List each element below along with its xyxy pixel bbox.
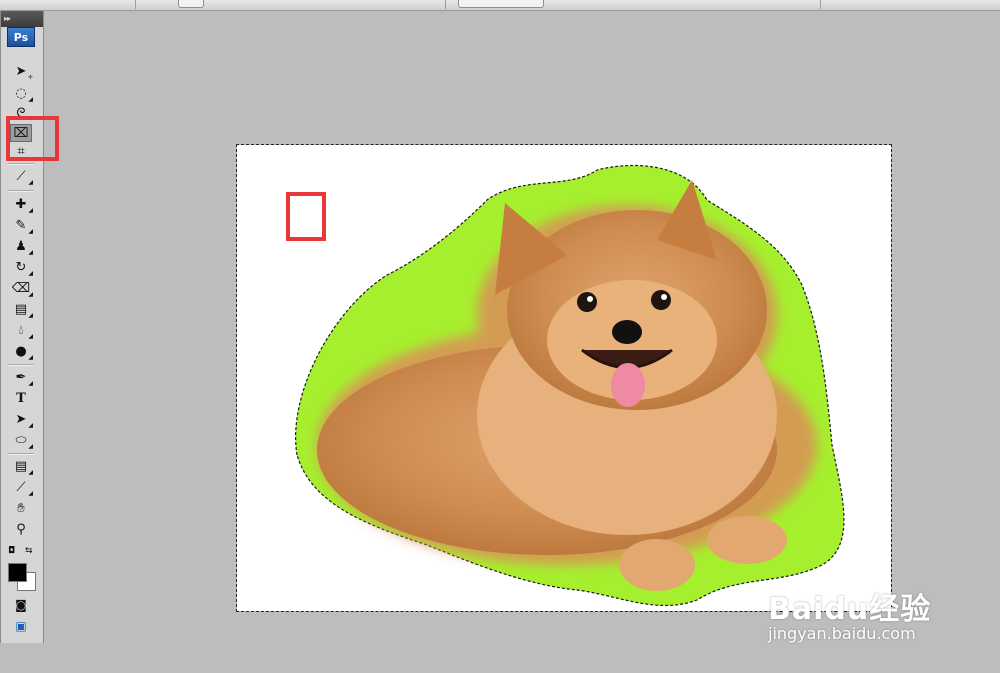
- dodge-tool-icon[interactable]: ● ◢: [10, 343, 33, 361]
- color-sampler-tool-icon[interactable]: ⟋ ◢: [10, 479, 33, 497]
- default-colors-icon[interactable]: ◘: [8, 546, 15, 556]
- dog-paw-right: [707, 516, 787, 564]
- clone-stamp-tool-icon[interactable]: ♟ ◢: [10, 238, 33, 256]
- eyedropper-tool-icon[interactable]: ⟋ ◢: [10, 168, 33, 186]
- panel-collapse-icon[interactable]: ▸▸: [1, 11, 43, 27]
- ps-logo[interactable]: Ps: [7, 27, 35, 47]
- dog-eye-right: [651, 290, 671, 310]
- options-separator: [135, 0, 136, 9]
- watermark-url: jingyan.baidu.com: [768, 624, 916, 643]
- pen-tool-icon[interactable]: ✒ ◢: [10, 369, 33, 387]
- swap-colors-icon[interactable]: ⇆: [25, 546, 33, 556]
- dog-eye-left: [577, 292, 597, 312]
- gradient-tool-icon[interactable]: ▤ ◢: [10, 301, 33, 319]
- watermark-brand: Baidu经验: [768, 592, 932, 627]
- blur-tool-icon[interactable]: 💧︎ ◢: [10, 322, 33, 340]
- type-tool-icon[interactable]: T: [10, 390, 32, 408]
- options-swatch[interactable]: [178, 0, 204, 8]
- canvas-click-annotation: [286, 192, 326, 241]
- dog-image: [295, 164, 845, 607]
- watermark: Baidu经验 jingyan.baidu.com: [768, 584, 932, 643]
- move-tool-icon[interactable]: ➤ ✛: [10, 63, 33, 81]
- history-brush-tool-icon[interactable]: ↻ ◢: [10, 259, 33, 277]
- tool-highlight-annotation: [6, 116, 59, 161]
- dog-nose: [612, 320, 642, 344]
- tool-divider: [8, 364, 34, 366]
- hand-tool-icon[interactable]: ✋︎: [10, 500, 32, 518]
- quick-mask-icon[interactable]: ◙: [10, 596, 32, 614]
- document-canvas[interactable]: [236, 144, 892, 612]
- dog-tongue: [611, 363, 645, 407]
- notes-tool-icon[interactable]: ▤ ◢: [10, 458, 33, 476]
- options-bar: [0, 0, 1000, 11]
- eraser-tool-icon[interactable]: ⌫ ◢: [10, 280, 33, 298]
- options-separator: [445, 0, 446, 9]
- options-separator: [820, 0, 821, 9]
- tool-divider: [8, 163, 34, 165]
- screen-mode-icon[interactable]: ▣: [10, 617, 32, 635]
- dog-paw-left: [619, 539, 695, 591]
- tool-divider: [8, 453, 34, 455]
- zoom-tool-icon[interactable]: ⚲: [10, 521, 32, 539]
- marquee-tool-icon[interactable]: ◌ ◢: [10, 85, 33, 103]
- shape-tool-icon[interactable]: ⬭ ◢: [10, 432, 33, 450]
- foreground-color-swatch[interactable]: [8, 563, 27, 582]
- refine-edge-button[interactable]: [458, 0, 544, 8]
- path-selection-tool-icon[interactable]: ➤ ◢: [10, 411, 33, 429]
- tool-divider: [8, 190, 34, 192]
- healing-brush-tool-icon[interactable]: ✚ ◢: [10, 196, 33, 214]
- brush-tool-icon[interactable]: ✎ ◢: [10, 217, 33, 235]
